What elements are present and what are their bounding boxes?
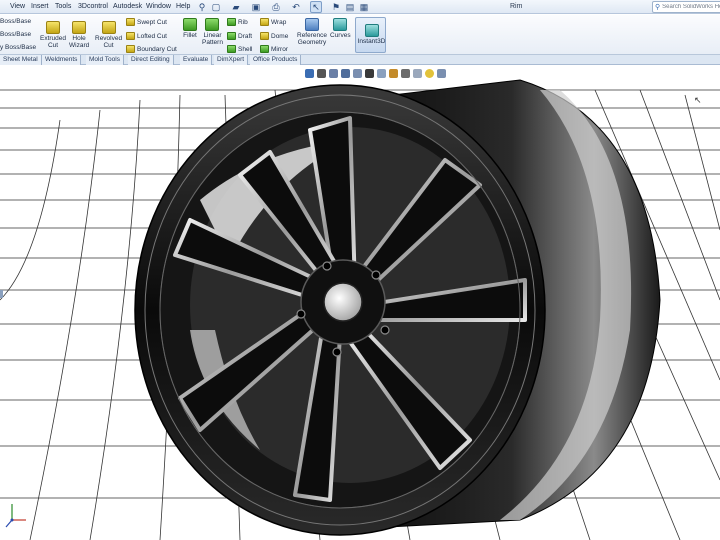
display-style-icon[interactable]: [365, 68, 374, 78]
draft-button[interactable]: Draft: [227, 32, 252, 40]
realview-icon[interactable]: [425, 68, 434, 78]
zoom-fit-icon[interactable]: [305, 68, 314, 78]
lug-hole: [371, 270, 381, 280]
boundary-cut-icon: [126, 45, 135, 53]
rebuild-icon[interactable]: ⚑: [330, 1, 342, 13]
cursor-arrow-icon: ↖: [694, 95, 702, 105]
menu-view[interactable]: View: [10, 3, 25, 10]
tab-evaluate[interactable]: Evaluate: [180, 55, 213, 65]
document-title: Rim: [510, 3, 523, 10]
command-ribbon: Boss/Base Boss/Base y Boss/Base Extruded…: [0, 15, 720, 55]
extruded-boss-button[interactable]: Boss/Base: [0, 18, 31, 25]
lofted-cut-button[interactable]: Lofted Cut: [126, 32, 167, 40]
fillet-icon: [183, 18, 197, 31]
new-document-icon[interactable]: ▢: [210, 1, 222, 13]
heads-up-view-toolbar: [305, 66, 446, 80]
menu-insert[interactable]: Insert: [31, 3, 49, 10]
view-settings-icon[interactable]: [413, 68, 422, 78]
wrap-button[interactable]: Wrap: [260, 18, 286, 26]
menu-help[interactable]: Help: [176, 3, 190, 10]
search-input[interactable]: [662, 4, 720, 10]
lofted-cut-icon: [126, 32, 135, 40]
rib-icon: [227, 18, 236, 26]
fillet-button[interactable]: Fillet: [183, 18, 197, 39]
command-manager-tabs: Sheet Metal Weldments Mold Tools Direct …: [0, 55, 720, 65]
linear-pattern-button[interactable]: Linear Pattern: [202, 18, 223, 46]
open-folder-icon[interactable]: ▰: [230, 1, 242, 13]
instant3d-icon: [364, 24, 379, 37]
rib-button[interactable]: Rib: [227, 18, 248, 26]
rim-model: [0, 79, 720, 540]
previous-view-icon[interactable]: [329, 68, 338, 78]
shadows-icon[interactable]: [437, 68, 446, 78]
lug-hole: [380, 325, 390, 335]
section-view-icon[interactable]: [341, 68, 350, 78]
reference-geometry-icon: [305, 18, 319, 31]
select-pointer-icon[interactable]: ↖: [310, 1, 322, 13]
file-properties-icon[interactable]: ▤: [344, 1, 356, 13]
reference-geometry-button[interactable]: Reference Geometry: [297, 18, 327, 46]
hole-wizard-button[interactable]: Hole Wizard: [69, 21, 89, 49]
swept-cut-button[interactable]: Swept Cut: [126, 18, 167, 26]
mirror-button[interactable]: Mirror: [260, 45, 288, 53]
curves-button[interactable]: Curves: [330, 18, 351, 39]
tab-sheet-metal[interactable]: Sheet Metal: [0, 55, 42, 65]
tab-dimxpert[interactable]: DimXpert: [214, 55, 249, 65]
tab-direct-editing[interactable]: Direct Editing: [128, 55, 174, 65]
revolved-cut-button[interactable]: Revolved Cut: [95, 21, 122, 49]
menu-tools[interactable]: Tools: [55, 3, 71, 10]
lug-hole: [322, 261, 332, 271]
hole-wizard-icon: [72, 21, 87, 34]
lug-hole: [332, 347, 342, 357]
lug-hole: [296, 309, 306, 319]
search-icon: ⚲: [655, 4, 661, 11]
wrap-icon: [260, 18, 269, 26]
save-icon[interactable]: ▣: [250, 1, 262, 13]
swept-cut-icon: [126, 18, 135, 26]
edit-appearance-icon[interactable]: [389, 68, 398, 78]
options-icon[interactable]: ▦: [358, 1, 370, 13]
menu-3dcontrol[interactable]: 3Dcontrol: [78, 3, 108, 10]
extruded-cut-button[interactable]: Extruded Cut: [40, 21, 66, 49]
print-icon[interactable]: ⎙: [270, 1, 282, 13]
undo-icon[interactable]: ↶: [290, 1, 302, 13]
hide-show-items-icon[interactable]: [377, 68, 386, 78]
boundary-boss-button[interactable]: y Boss/Base: [0, 44, 36, 51]
draft-icon: [227, 32, 236, 40]
shell-button[interactable]: Shell: [227, 45, 252, 53]
axis-triad-icon: [5, 504, 26, 528]
rim-center-cap: [323, 282, 363, 322]
menu-window[interactable]: Window: [146, 3, 171, 10]
mirror-icon: [260, 45, 269, 53]
instant3d-button[interactable]: Instant3D: [355, 17, 386, 53]
zoom-area-icon[interactable]: [317, 68, 326, 78]
pin-icon[interactable]: ⚲: [196, 1, 208, 13]
feature-tree-handle[interactable]: [0, 290, 3, 298]
boundary-cut-button[interactable]: Boundary Cut: [126, 45, 177, 53]
menu-autodesk[interactable]: Autodesk: [113, 3, 142, 10]
view-orientation-icon[interactable]: [353, 68, 362, 78]
curves-icon: [333, 18, 348, 31]
tab-office-products[interactable]: Office Products: [250, 55, 302, 65]
tab-weldments[interactable]: Weldments: [42, 55, 82, 65]
extruded-cut-icon: [46, 21, 61, 34]
graphics-viewport[interactable]: [0, 66, 720, 540]
search-box[interactable]: ⚲: [652, 1, 720, 13]
revolved-boss-button[interactable]: Boss/Base: [0, 31, 31, 38]
dome-button[interactable]: Dome: [260, 32, 288, 40]
tab-mold-tools[interactable]: Mold Tools: [86, 55, 124, 65]
dome-icon: [260, 32, 269, 40]
revolved-cut-icon: [101, 21, 116, 34]
shell-icon: [227, 45, 236, 53]
menu-bar: View Insert Tools 3Dcontrol Autodesk Win…: [0, 0, 720, 14]
apply-scene-icon[interactable]: [401, 68, 410, 78]
linear-pattern-icon: [205, 18, 220, 31]
